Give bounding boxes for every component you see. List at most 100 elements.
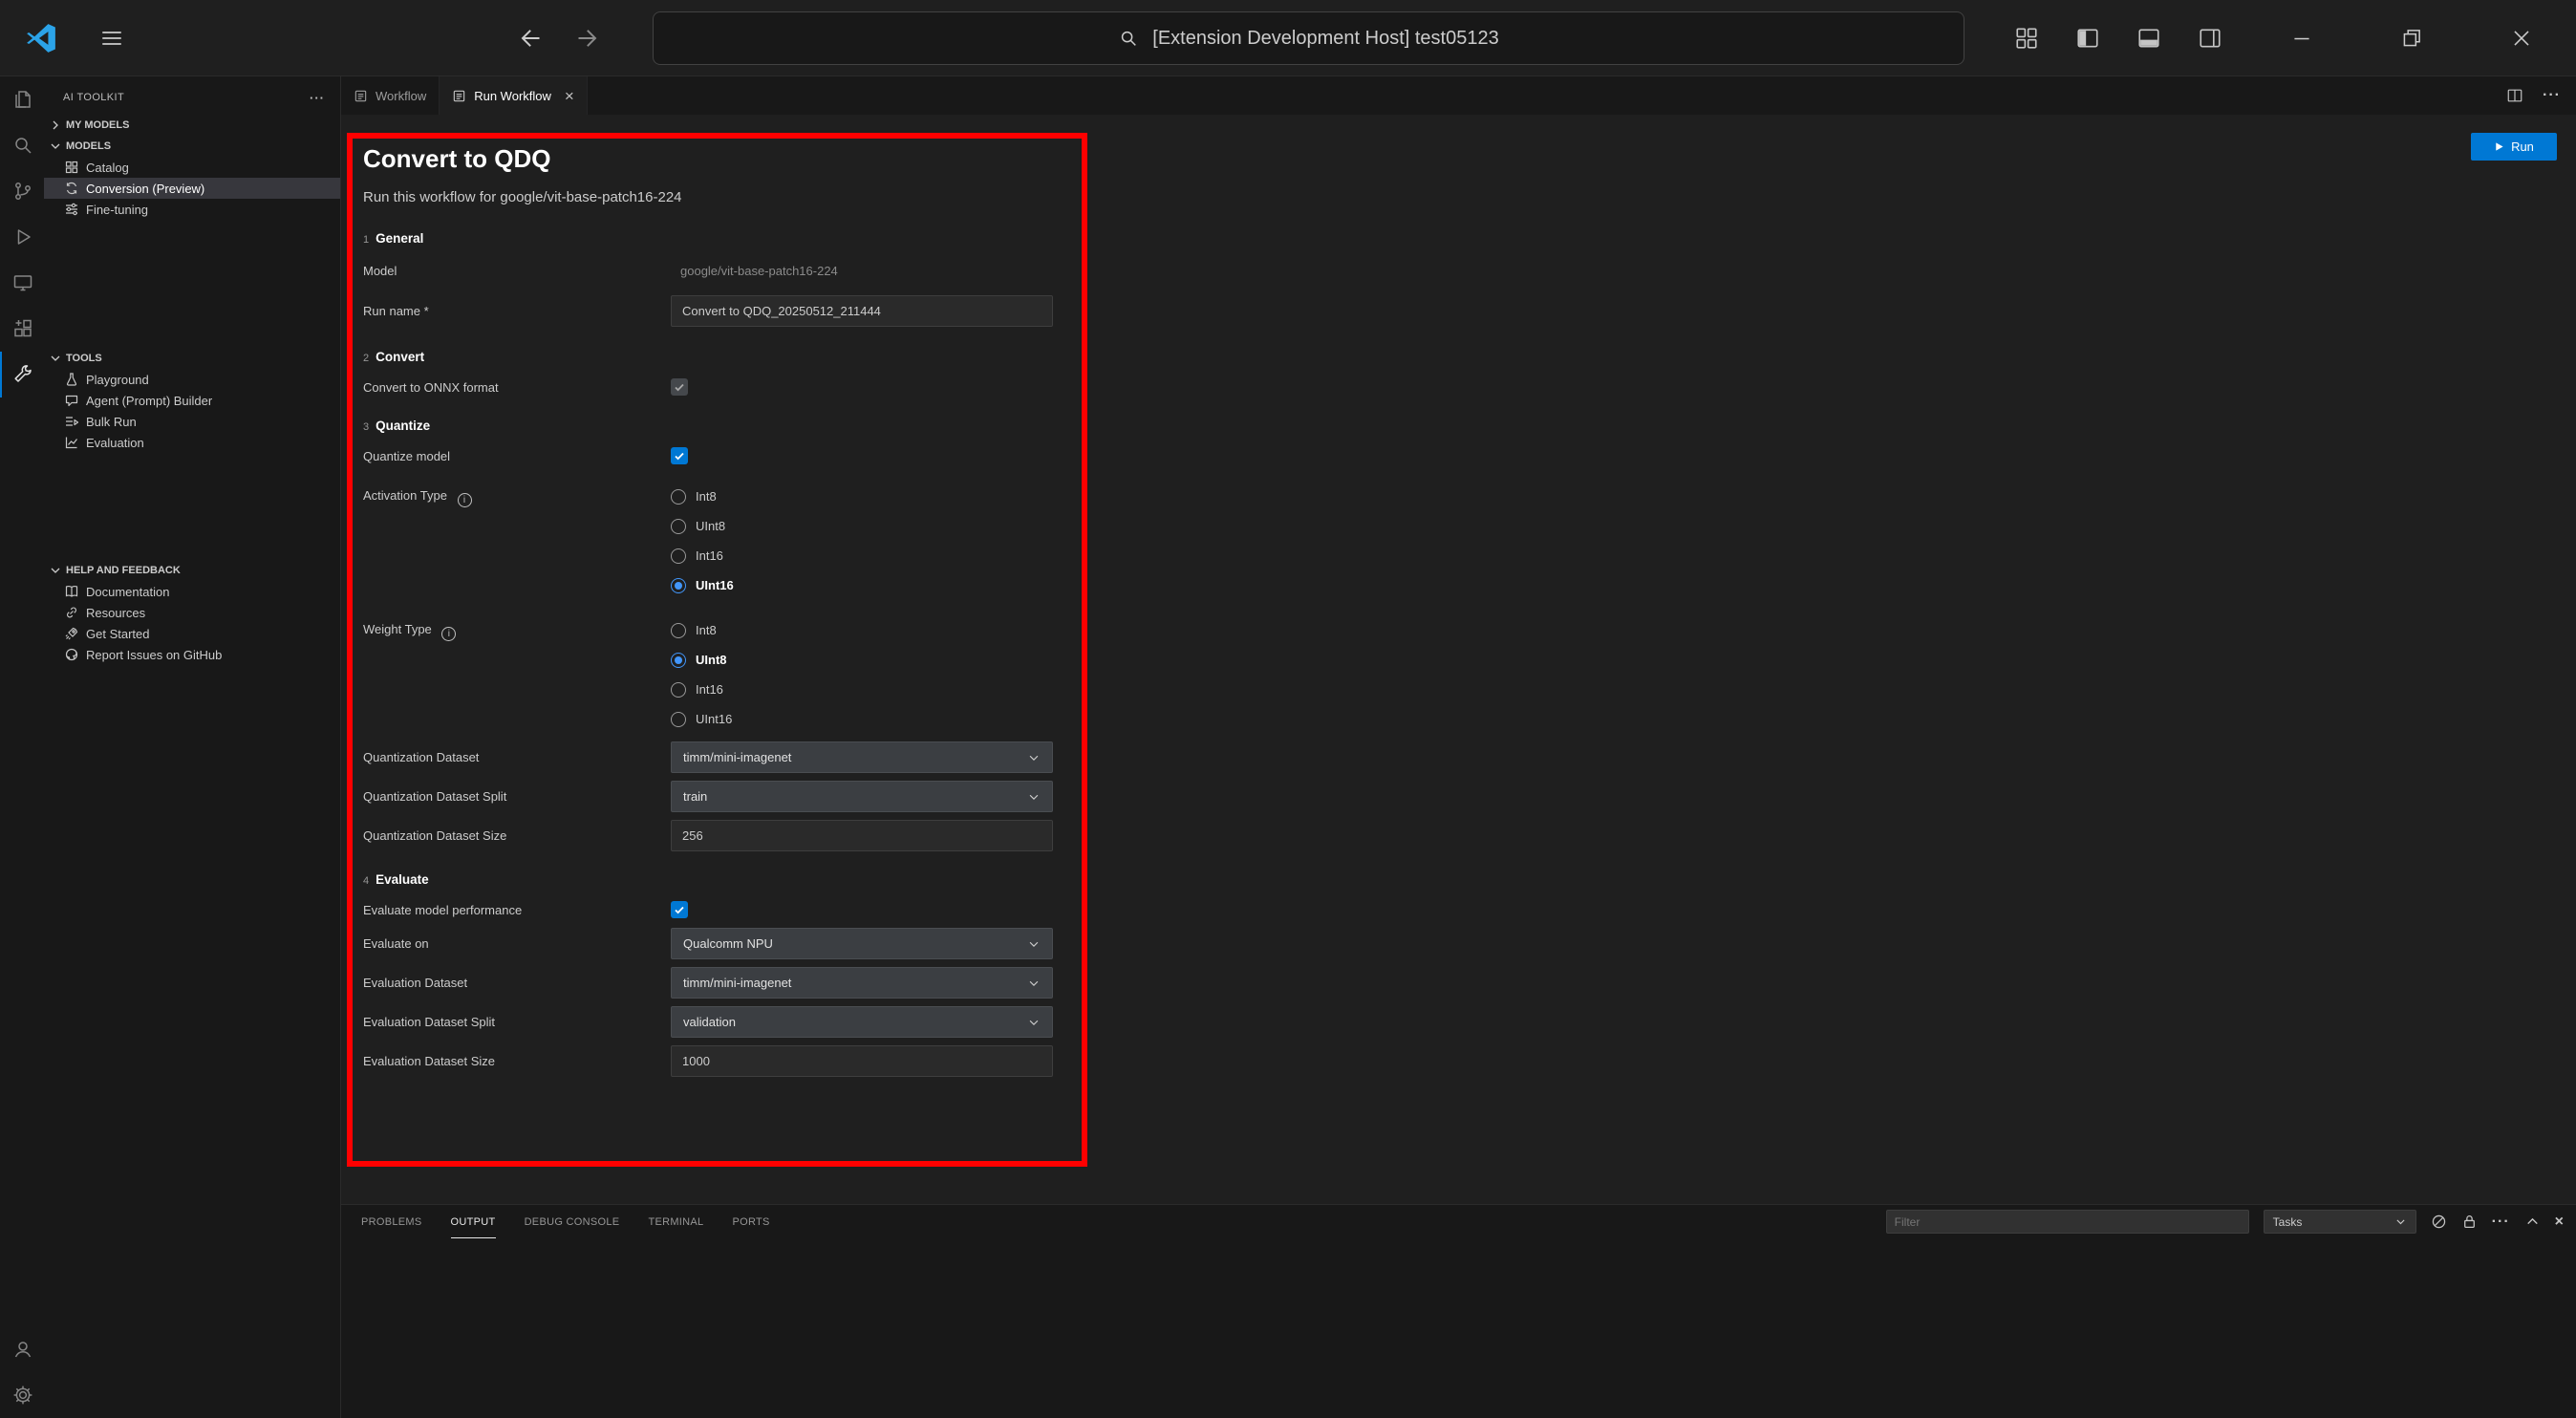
radio-option-int8[interactable]: Int8 [671,615,732,645]
chevron-down-icon [1027,977,1041,990]
radio-input[interactable] [671,548,686,564]
customize-layout-icon[interactable] [2014,26,2039,51]
radio-option-int16[interactable]: Int16 [671,541,734,570]
panel-more-actions-icon[interactable]: ··· [2492,1214,2510,1231]
minimize-button[interactable] [2246,0,2356,76]
radio-input[interactable] [671,682,686,698]
run-name-input[interactable] [671,295,1053,327]
settings-gear-icon[interactable] [0,1372,44,1418]
titlebar: [Extension Development Host] test05123 [0,0,2576,76]
panel-tab-debug-console[interactable]: DEBUG CONSOLE [525,1205,620,1238]
radio-option-int8[interactable]: Int8 [671,482,734,511]
output-channel-select[interactable]: Tasks [2264,1210,2416,1234]
quantization-dataset-size-input[interactable] [671,820,1053,851]
radio-option-uint8[interactable]: UInt8 [671,511,734,541]
lock-autoscroll-icon[interactable] [2461,1214,2478,1230]
radio-option-int16[interactable]: Int16 [671,675,732,704]
sidebar-section-my-models[interactable]: MY MODELS [44,115,340,136]
accounts-icon[interactable] [0,1326,44,1372]
remote-explorer-icon[interactable] [0,260,44,306]
run-workflow-button[interactable]: Run [2471,133,2557,161]
evaluate-on-label: Evaluate on [363,936,671,951]
sidebar-section-help-and-feedback[interactable]: HELP AND FEEDBACK [44,560,340,581]
editor-more-actions-icon[interactable]: ··· [2543,87,2561,104]
sidebar-item-agent-builder[interactable]: Agent (Prompt) Builder [44,390,340,411]
sidebar-section-tools[interactable]: TOOLS [44,348,340,369]
quantization-dataset-select[interactable]: timm/mini-imagenet [671,741,1053,773]
sidebar-item-playground[interactable]: Playground [44,369,340,390]
evaluate-performance-checkbox[interactable] [671,901,688,918]
evaluate-on-select[interactable]: Qualcomm NPU [671,928,1053,959]
maximize-panel-icon[interactable] [2524,1214,2541,1230]
panel-tab-problems[interactable]: PROBLEMS [361,1205,422,1238]
evaluation-dataset-select[interactable]: timm/mini-imagenet [671,967,1053,999]
search-view-icon[interactable] [0,122,44,168]
close-panel-icon[interactable]: × [2555,1214,2565,1231]
panel-tab-output[interactable]: OUTPUT [451,1205,496,1238]
sidebar-item-fine-tuning[interactable]: Fine-tuning [44,199,340,220]
restore-button[interactable] [2356,0,2466,76]
sidebar-item-get-started[interactable]: Get Started [44,623,340,644]
close-window-button[interactable] [2466,0,2576,76]
sidebar-item-documentation[interactable]: Documentation [44,581,340,602]
radio-input[interactable] [671,519,686,534]
info-icon[interactable]: i [458,493,472,507]
evaluate-on-row: Evaluate on Qualcomm NPU [363,928,1070,959]
sidebar-title: AI TOOLKIT [63,92,124,103]
extensions-icon[interactable] [0,306,44,352]
tab-workflow[interactable]: Workflow [341,76,440,115]
sidebar-item-conversion[interactable]: Conversion (Preview) [44,178,340,199]
sidebar-item-report-issues[interactable]: Report Issues on GitHub [44,644,340,665]
activity-bar [0,76,44,1418]
radio-option-uint8[interactable]: UInt8 [671,645,732,675]
evaluation-dataset-split-select[interactable]: validation [671,1006,1053,1038]
run-and-debug-icon[interactable] [0,214,44,260]
sidebar-item-resources[interactable]: Resources [44,602,340,623]
quantize-model-checkbox[interactable] [671,447,688,464]
panel-tab-ports[interactable]: PORTS [732,1205,769,1238]
quantization-dataset-split-select[interactable]: train [671,781,1053,812]
tab-label: Run Workflow [474,89,551,103]
command-center[interactable]: [Extension Development Host] test05123 [653,11,1964,65]
toggle-primary-sidebar-icon[interactable] [2075,26,2100,51]
select-value: timm/mini-imagenet [683,976,791,990]
panel-tab-terminal[interactable]: TERMINAL [648,1205,703,1238]
toggle-secondary-sidebar-icon[interactable] [2198,26,2222,51]
toggle-panel-icon[interactable] [2136,26,2161,51]
info-icon[interactable]: i [441,627,456,641]
evaluation-icon [64,435,79,450]
source-control-icon[interactable] [0,168,44,214]
evaluation-dataset-size-input[interactable] [671,1045,1053,1077]
radio-input[interactable] [671,578,686,593]
radio-option-uint16[interactable]: UInt16 [671,704,732,734]
sidebar-more-actions-icon[interactable]: ··· [310,91,325,105]
clear-output-icon[interactable] [2431,1214,2447,1230]
tab-run-workflow[interactable]: Run Workflow × [440,76,588,115]
close-tab-icon[interactable]: × [565,88,574,104]
explorer-icon[interactable] [0,76,44,122]
item-label: Get Started [86,627,149,641]
radio-input[interactable] [671,623,686,638]
documentation-icon [64,584,79,599]
section-title: Convert [376,350,424,364]
sidebar-section-models[interactable]: MODELS [44,136,340,157]
quantization-dataset-split-label: Quantization Dataset Split [363,789,671,804]
item-label: Conversion (Preview) [86,182,204,196]
sidebar-item-catalog[interactable]: Catalog [44,157,340,178]
split-editor-icon[interactable] [2506,87,2523,104]
sidebar-item-evaluation[interactable]: Evaluation [44,432,340,453]
go-forward-icon[interactable] [575,25,602,52]
output-filter-input[interactable] [1886,1210,2249,1234]
sidebar-item-bulk-run[interactable]: Bulk Run [44,411,340,432]
radio-input[interactable] [671,489,686,505]
radio-option-uint16[interactable]: UInt16 [671,570,734,600]
bulk-run-icon [64,414,79,429]
go-back-icon[interactable] [516,25,543,52]
radio-input[interactable] [671,712,686,727]
menu-icon[interactable] [99,26,124,51]
ai-toolkit-icon[interactable] [0,352,44,397]
radio-input[interactable] [671,653,686,668]
required-marker: * [424,304,429,318]
quantization-dataset-split-row: Quantization Dataset Split train [363,781,1070,812]
section-number: 2 [363,353,369,364]
